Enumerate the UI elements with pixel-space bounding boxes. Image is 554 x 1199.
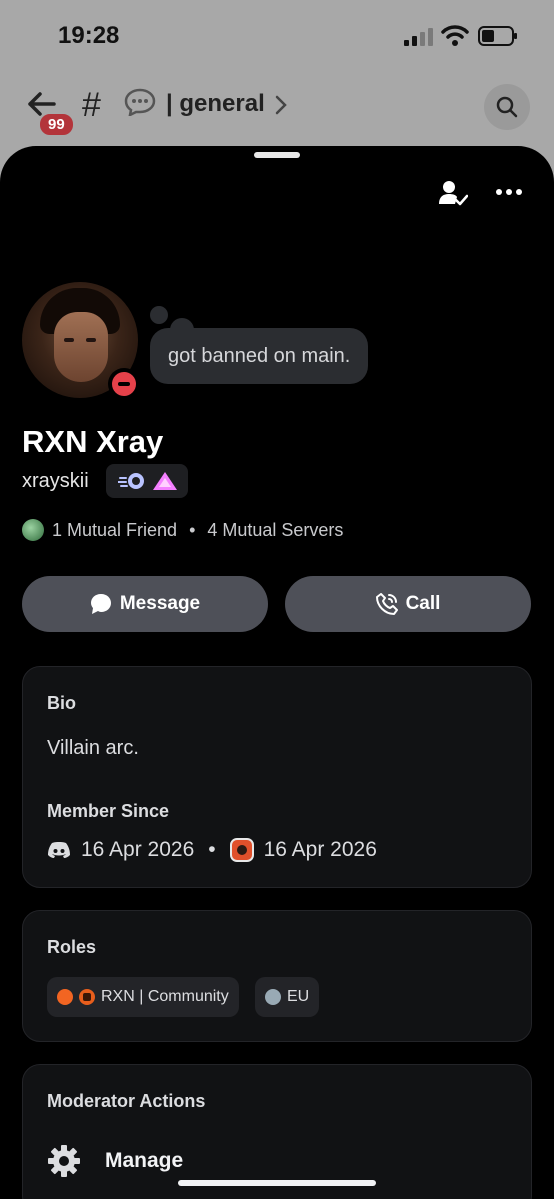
battery-icon bbox=[478, 26, 517, 46]
do-not-disturb-status-icon bbox=[108, 368, 140, 400]
discord-logo-icon bbox=[48, 842, 70, 858]
discord-join-date: 16 Apr 2026 bbox=[81, 838, 195, 861]
channel-header: 99 # | general bbox=[0, 78, 554, 137]
server-join-date: 16 Apr 2026 bbox=[263, 838, 377, 861]
mutual-servers[interactable]: 4 Mutual Servers bbox=[207, 520, 343, 541]
more-horizontal-icon[interactable] bbox=[494, 186, 524, 198]
search-button[interactable] bbox=[484, 84, 530, 130]
call-button[interactable]: Call bbox=[285, 576, 531, 632]
roles-title: Roles bbox=[47, 937, 97, 957]
role-color-dot bbox=[265, 989, 281, 1005]
manage-label: Manage bbox=[105, 1149, 184, 1172]
status-time: 19:28 bbox=[58, 22, 120, 49]
channel-hash-icon: # bbox=[82, 86, 101, 124]
bio-text: Villain arc. bbox=[47, 737, 139, 759]
search-icon bbox=[496, 96, 518, 118]
separator-dot: • bbox=[189, 519, 196, 540]
roles-card: Roles RXN | Community EU bbox=[22, 910, 532, 1042]
status-bubble-dot bbox=[150, 306, 168, 324]
member-since-row: 16 Apr 2026 • 16 Apr 2026 bbox=[47, 837, 377, 863]
role-name: EU bbox=[287, 988, 310, 1005]
message-bubble-icon bbox=[90, 594, 111, 614]
role-chip[interactable]: RXN | Community bbox=[47, 977, 239, 1017]
unread-badge: 99 bbox=[38, 112, 75, 137]
friend-check-icon[interactable] bbox=[438, 180, 468, 208]
bio-title: Bio bbox=[47, 693, 76, 713]
role-color-dot bbox=[57, 989, 73, 1005]
chevron-right-icon bbox=[275, 95, 287, 115]
message-label: Message bbox=[119, 593, 201, 614]
moderator-actions-title: Moderator Actions bbox=[47, 1091, 206, 1111]
display-name: RXN Xray bbox=[22, 424, 164, 459]
home-indicator bbox=[178, 1180, 376, 1186]
profile-sheet: got banned on main. RXN Xray xrayskii 1 … bbox=[0, 146, 554, 1199]
role-chip[interactable]: EU bbox=[255, 977, 320, 1017]
separator-dot: • bbox=[208, 838, 216, 861]
moderator-actions-card: Moderator Actions Manage bbox=[22, 1064, 532, 1199]
bio-card: Bio Villain arc. Member Since 16 Apr 202… bbox=[22, 666, 532, 888]
username[interactable]: xrayskii bbox=[22, 470, 89, 493]
phone-icon bbox=[375, 593, 398, 615]
member-since-title: Member Since bbox=[47, 801, 170, 821]
boost-badge-icon bbox=[153, 472, 177, 490]
mutual-friend-avatar bbox=[22, 519, 44, 541]
mutual-friends[interactable]: 1 Mutual Friend bbox=[52, 520, 177, 541]
wifi-icon bbox=[441, 25, 469, 46]
profile-badges[interactable] bbox=[106, 464, 188, 498]
channel-name[interactable]: | general bbox=[166, 90, 265, 118]
status-bar: 19:28 bbox=[0, 0, 554, 70]
message-button[interactable]: Message bbox=[22, 576, 268, 632]
manage-button[interactable]: Manage bbox=[47, 1143, 183, 1179]
custom-status: got banned on main. bbox=[150, 328, 369, 384]
call-label: Call bbox=[405, 593, 441, 614]
gear-icon bbox=[48, 1145, 80, 1177]
mutuals-row[interactable]: 1 Mutual Friend • 4 Mutual Servers bbox=[22, 516, 343, 544]
role-icon bbox=[79, 989, 95, 1005]
cellular-signal-icon bbox=[404, 28, 433, 46]
nitro-badge-icon bbox=[118, 473, 144, 489]
role-name: RXN | Community bbox=[101, 988, 229, 1005]
sheet-grabber[interactable] bbox=[254, 152, 300, 158]
server-icon bbox=[229, 838, 254, 862]
chat-bubble-icon[interactable] bbox=[124, 88, 156, 116]
